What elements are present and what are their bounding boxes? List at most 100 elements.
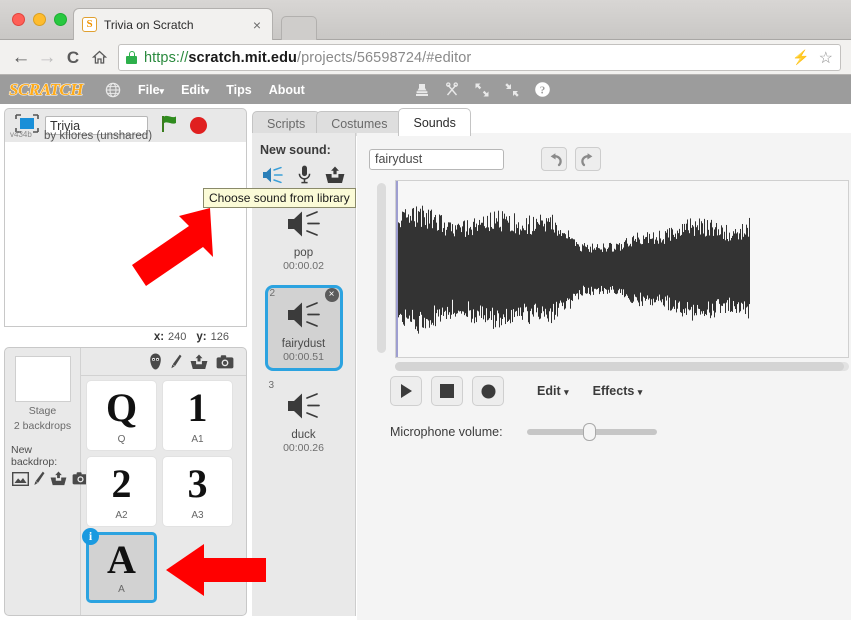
backdrop-count: 2 backdrops: [13, 420, 72, 432]
grow-icon[interactable]: [474, 82, 490, 98]
scratch-menu-bar: SCRATCH File▾ Edit▾ Tips About ?: [0, 75, 851, 104]
scissors-icon[interactable]: [444, 81, 460, 98]
stage-thumbnail: [14, 356, 71, 402]
new-tab-button[interactable]: [281, 16, 317, 40]
undo-icon[interactable]: [541, 147, 567, 171]
menu-file-label: File: [137, 82, 160, 97]
upload-icon[interactable]: [50, 471, 67, 491]
browser-tab[interactable]: S Trivia on Scratch ×: [73, 8, 273, 40]
camera-icon[interactable]: [216, 354, 234, 369]
microphone-volume-row: Microphone volume:: [390, 423, 657, 441]
stamp-icon[interactable]: [414, 82, 430, 98]
back-icon[interactable]: ←: [8, 48, 34, 67]
tab-sounds[interactable]: Sounds: [398, 108, 471, 136]
maximize-window-button[interactable]: [54, 13, 67, 26]
waveform-horizontal-scrollbar[interactable]: [395, 362, 849, 371]
sound-index: 2: [269, 288, 276, 299]
waveform-display[interactable]: [395, 180, 849, 358]
sprite-thumbnail: A: [107, 537, 136, 582]
help-icon[interactable]: ?: [534, 81, 551, 98]
sound-editor: Edit ▾ Effects ▾ Microphone volume:: [357, 133, 851, 620]
sound-index: 3: [268, 380, 275, 391]
new-sound-icons: [252, 165, 355, 189]
coord-y-value: 126: [210, 331, 229, 343]
sprite-label: A1: [191, 434, 204, 445]
play-button[interactable]: [390, 376, 422, 406]
version-label: v434b: [10, 130, 32, 139]
paint-icon[interactable]: [34, 471, 45, 491]
edit-menu-button[interactable]: Edit ▾: [537, 384, 569, 398]
sound-name: pop: [293, 247, 314, 259]
editor-tabs: Scripts Costumes Sounds: [252, 108, 471, 136]
browser-tab-bar: S Trivia on Scratch ×: [0, 0, 851, 40]
url-scheme: https://: [144, 49, 189, 66]
paint-icon[interactable]: [171, 354, 182, 370]
lightning-icon[interactable]: ⚡: [792, 49, 809, 66]
window-controls[interactable]: [12, 13, 67, 26]
sound-wave-icon: [265, 209, 343, 244]
menu-about[interactable]: About: [269, 83, 305, 97]
stop-icon[interactable]: [190, 117, 207, 134]
browser-tab-title: Trivia on Scratch: [104, 17, 194, 32]
coord-x-value: 240: [168, 331, 187, 343]
effects-menu-button[interactable]: Effects ▾: [593, 384, 643, 398]
forward-icon[interactable]: →: [34, 48, 60, 67]
home-icon[interactable]: [86, 50, 112, 65]
url-host: scratch.mit.edu: [188, 49, 297, 66]
sprite-thumbnail: 2: [111, 461, 132, 506]
menu-file[interactable]: File▾: [138, 83, 164, 97]
globe-icon[interactable]: [105, 82, 121, 98]
sound-library-icon[interactable]: [262, 166, 284, 189]
playback-controls: Edit ▾ Effects ▾: [390, 376, 642, 406]
sprite-label: Q: [117, 434, 126, 445]
close-window-button[interactable]: [12, 13, 25, 26]
sound-item-duck[interactable]: 3 duck 00:00.26: [265, 379, 343, 459]
chevron-down-icon: ▾: [637, 387, 643, 397]
chevron-down-icon: ▾: [564, 387, 569, 397]
minimize-window-button[interactable]: [33, 13, 46, 26]
info-icon[interactable]: i: [82, 528, 99, 545]
upload-sound-icon[interactable]: [325, 166, 345, 189]
coord-y-label: y:: [196, 331, 207, 343]
stage-coordinates: x: 240 y: 126: [4, 328, 247, 346]
shrink-icon[interactable]: [504, 82, 520, 98]
sound-duration: 00:00.02: [283, 260, 324, 272]
sprite-thumbnail: Q: [105, 385, 138, 430]
sprite-label: A: [118, 584, 125, 595]
stage-selector[interactable]: Stage 2 backdrops: [5, 348, 80, 432]
new-backdrop-label: New backdrop:: [11, 444, 58, 468]
slider-handle[interactable]: [582, 423, 596, 441]
close-icon[interactable]: ×: [250, 17, 264, 33]
chevron-down-icon: ▾: [159, 85, 165, 96]
sound-name-input[interactable]: [369, 148, 504, 170]
sprite-item-q[interactable]: Q Q: [86, 380, 157, 451]
url-text: https://scratch.mit.edu/projects/5659872…: [144, 50, 471, 66]
microphone-icon[interactable]: [298, 165, 311, 189]
waveform-canvas[interactable]: [398, 181, 750, 357]
address-bar[interactable]: https://scratch.mit.edu/projects/5659872…: [118, 44, 841, 71]
sprite-item-a1[interactable]: 1 A1: [162, 380, 233, 451]
upload-icon[interactable]: [190, 354, 208, 370]
new-sprite-icon[interactable]: [148, 353, 163, 370]
arrow-pointing-sprite-a: [166, 543, 266, 602]
sound-item-fairydust[interactable]: 2 × fairydust 00:00.51: [264, 285, 343, 371]
sprite-item-a3[interactable]: 3 A3: [162, 456, 233, 527]
waveform-vertical-scrollbar[interactable]: [377, 183, 386, 353]
sprite-item-a[interactable]: i A A: [82, 528, 157, 603]
menu-edit[interactable]: Edit▾: [181, 83, 209, 97]
record-button[interactable]: [472, 376, 504, 406]
new-sound-label: New sound:: [260, 143, 331, 157]
new-sprite-toolbar: [81, 348, 246, 376]
menu-tips[interactable]: Tips: [226, 83, 251, 97]
reload-icon[interactable]: C: [60, 49, 86, 66]
scratch-logo[interactable]: SCRATCH: [9, 79, 84, 100]
microphone-volume-slider[interactable]: [526, 423, 657, 441]
sprite-item-a2[interactable]: 2 A2: [86, 456, 157, 527]
stop-button[interactable]: [431, 376, 463, 406]
library-image-icon[interactable]: [11, 471, 30, 491]
green-flag-icon[interactable]: [160, 114, 180, 138]
redo-icon[interactable]: [575, 147, 601, 171]
bookmark-star-icon[interactable]: ☆: [819, 48, 833, 68]
sound-item-pop[interactable]: 1 pop 00:00.02: [265, 197, 343, 277]
delete-sound-icon[interactable]: ×: [324, 288, 339, 302]
